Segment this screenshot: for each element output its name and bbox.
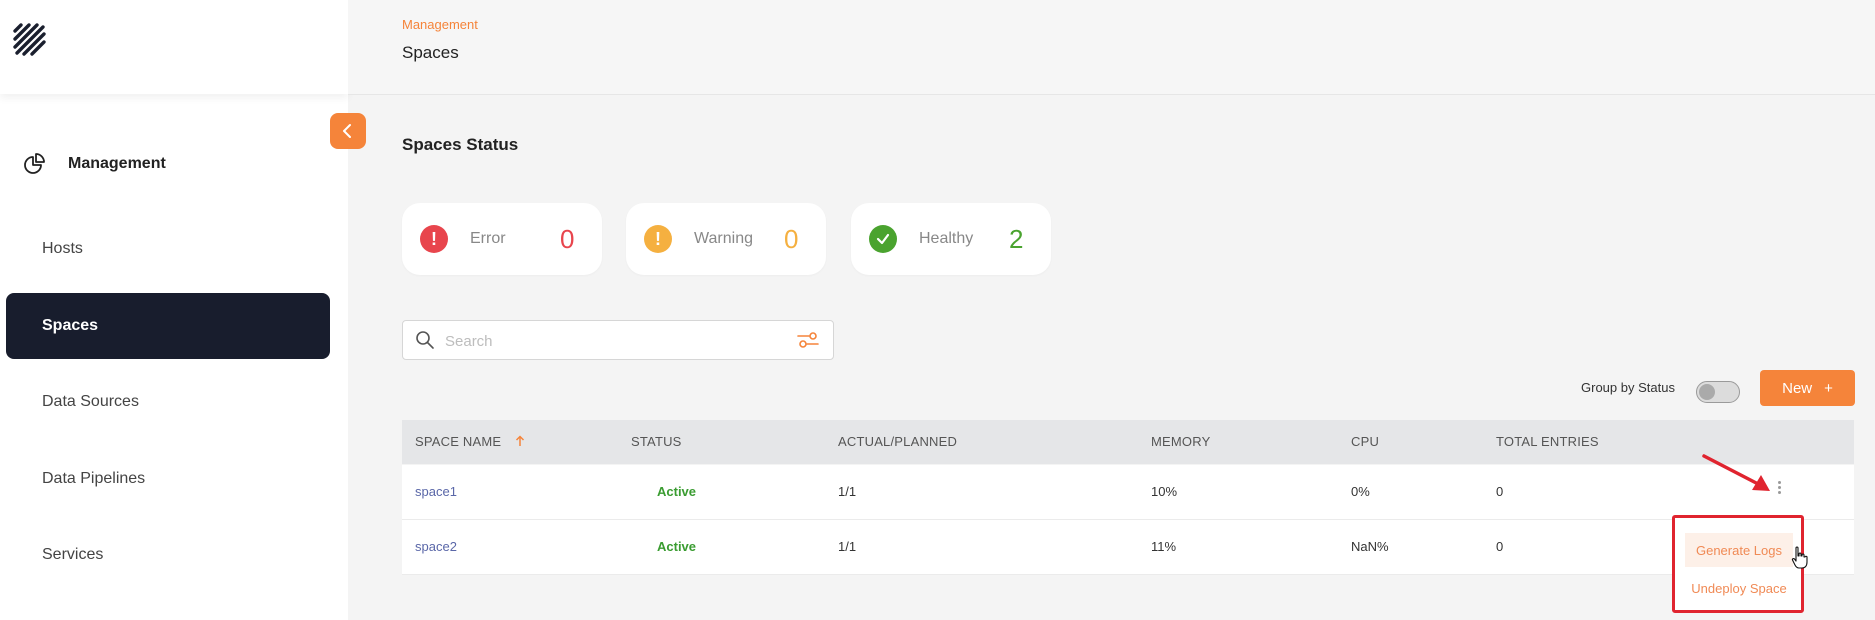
sidebar-item-data-sources[interactable]: Data Sources [6,369,330,435]
search-icon [416,331,434,349]
sidebar-section-management[interactable]: Management [24,148,166,180]
space-name-link[interactable]: space2 [415,539,457,554]
sidebar-item-data-pipelines[interactable]: Data Pipelines [6,446,330,512]
logo-icon[interactable] [12,22,48,58]
memory-cell: 10% [1151,484,1178,499]
column-header-memory[interactable]: MEMORY [1151,434,1210,449]
logo-area [0,0,348,94]
new-button-label: New [1782,379,1813,397]
table-row[interactable]: space2 Active 1/1 11% NaN% 0 [402,520,1854,575]
collapse-sidebar-button[interactable] [330,113,366,149]
actual-planned-cell: 1/1 [838,484,857,499]
annotation-arrow-icon [1702,454,1770,491]
sidebar-item-label: Services [42,546,104,563]
column-header-cpu[interactable]: CPU [1351,434,1379,449]
sidebar-item-hosts[interactable]: Hosts [6,216,330,282]
status-card-count: 2 [1009,223,1024,254]
section-title: Spaces Status [402,135,519,154]
filter-icon[interactable] [797,331,819,349]
undeploy-space-menu-item[interactable]: Undeploy Space [1685,571,1793,605]
sidebar-section-label: Management [68,155,166,172]
column-header-status[interactable]: STATUS [631,434,682,449]
table-row[interactable]: space1 Active 1/1 10% 0% 0 [402,465,1854,520]
sidebar: Management Hosts Spaces Data Sources Dat… [0,0,348,620]
search-box [402,320,834,360]
toggle-knob [1699,384,1715,400]
row-actions-menu-icon[interactable] [1776,481,1782,497]
status-card-count: 0 [784,223,799,254]
chevron-left-icon [343,124,351,138]
sidebar-item-label: Hosts [42,240,83,257]
status-badge: Active [657,484,697,499]
plus-icon: + [1824,379,1833,397]
status-card-label: Healthy [919,230,974,247]
column-header-actual-planned[interactable]: ACTUAL/PLANNED [838,434,957,449]
status-card-label: Error [470,230,506,247]
group-by-status-label: Group by Status [1581,380,1675,395]
hand-cursor-icon [1791,546,1808,569]
cpu-cell: 0% [1351,484,1370,499]
new-space-button[interactable]: New + [1760,370,1855,406]
actual-planned-cell: 1/1 [838,539,857,554]
page-title: Spaces [402,43,459,62]
cpu-cell: NaN% [1351,539,1389,554]
total-entries-cell: 0 [1496,484,1504,499]
generate-logs-menu-item[interactable]: Generate Logs [1685,533,1793,567]
exclamation-icon: ! [644,225,672,253]
sidebar-item-label: Data Pipelines [42,470,146,487]
row-actions-menu: Generate Logs Undeploy Space [1672,515,1804,613]
pie-chart-icon [24,153,45,174]
sidebar-item-label: Data Sources [42,393,139,410]
breadcrumb[interactable]: Management [402,17,478,32]
exclamation-icon: ! [420,225,448,253]
table-header: SPACE NAME STATUS ACTUAL/PLANNED MEMORY … [402,420,1854,464]
column-header-space-name[interactable]: SPACE NAME [415,434,525,449]
total-entries-cell: 0 [1496,539,1504,554]
status-card-warning: ! Warning 0 [626,203,826,275]
status-card-label: Warning [694,230,753,247]
status-card-count: 0 [560,223,575,254]
column-header-label: SPACE NAME [415,434,502,449]
search-input[interactable] [443,327,787,355]
space-name-link[interactable]: space1 [415,484,457,499]
sidebar-item-services[interactable]: Services [6,522,330,588]
group-by-status-toggle[interactable] [1696,381,1740,403]
page-header: Management Spaces [348,0,1875,95]
sidebar-item-spaces[interactable]: Spaces [6,293,330,359]
status-card-error: ! Error 0 [402,203,602,275]
status-card-healthy: Healthy 2 [851,203,1051,275]
column-header-total-entries[interactable]: TOTAL ENTRIES [1496,434,1599,449]
sidebar-item-label: Spaces [42,317,99,334]
status-badge: Active [657,539,697,554]
check-icon [869,225,897,253]
memory-cell: 11% [1151,539,1177,554]
sort-ascending-icon[interactable] [515,435,525,447]
